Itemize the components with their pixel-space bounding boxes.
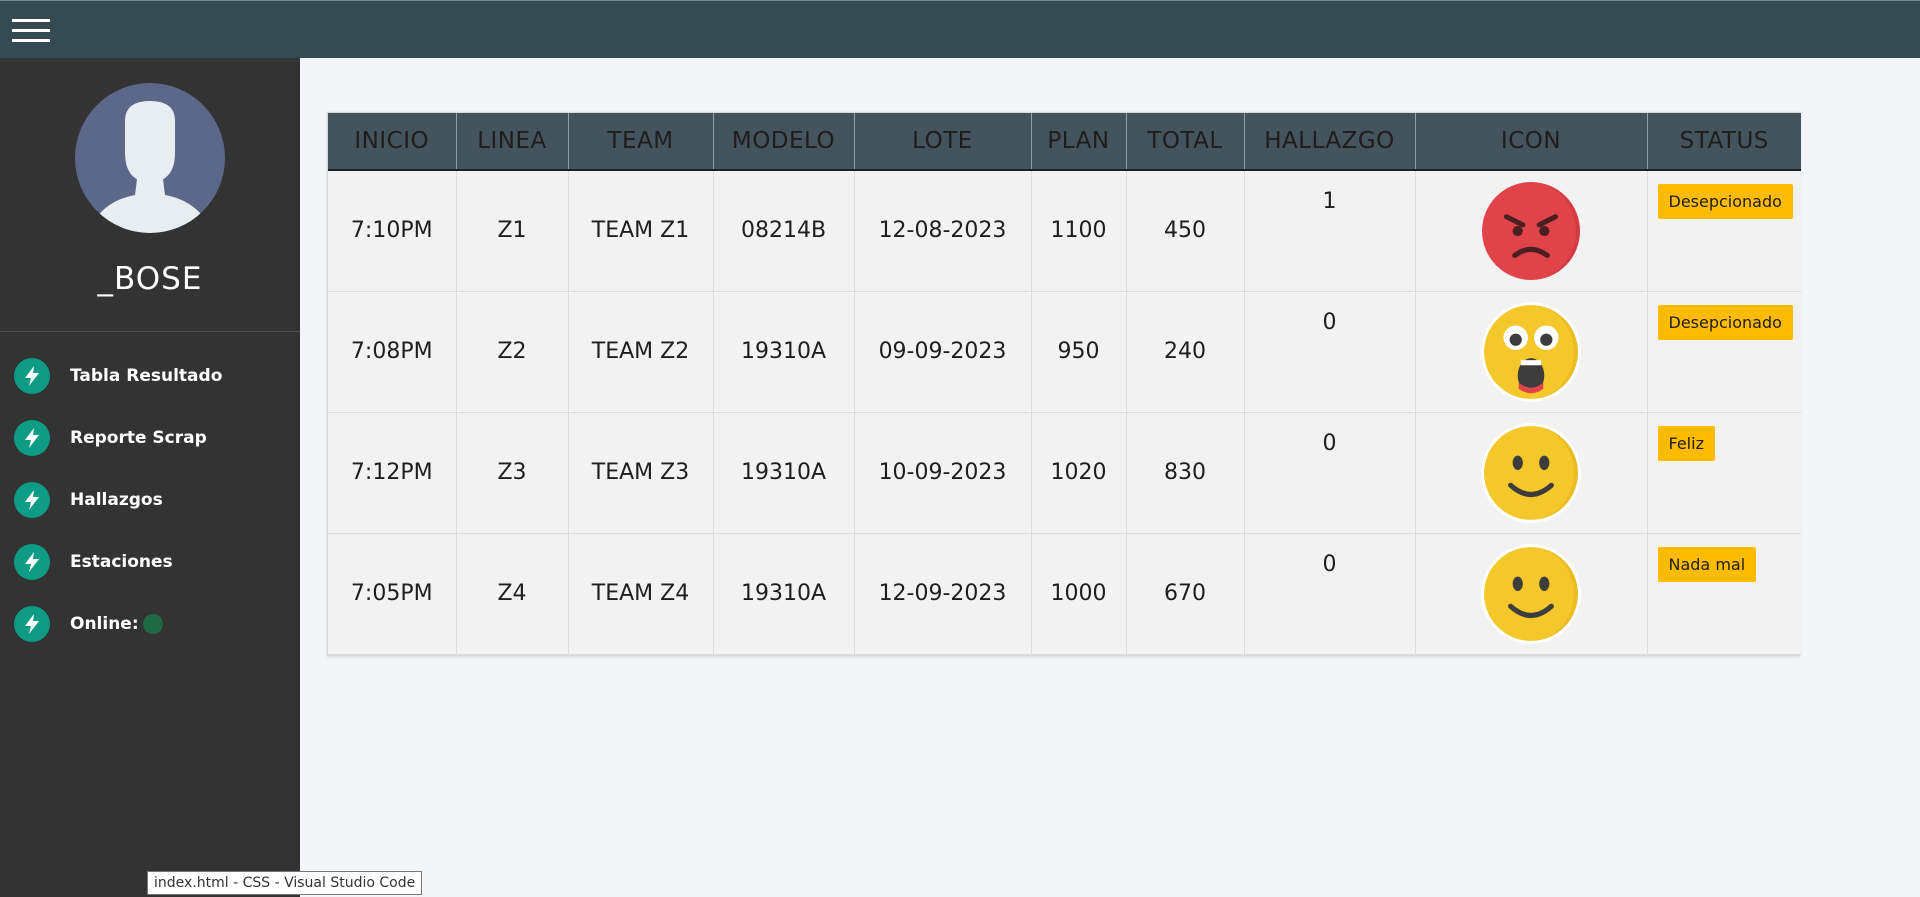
lightning-icon (14, 358, 50, 394)
angry-face-icon (1482, 181, 1580, 280)
lightning-icon (14, 606, 50, 642)
column-header-inicio: INICIO (328, 113, 457, 171)
sidebar-item-label: Tabla Resultado (70, 366, 223, 386)
table-row: 7:08PM Z2 TEAM Z2 19310A 09-09-2023 950 … (328, 291, 1801, 413)
cell-modelo: 19310A (713, 291, 855, 413)
cell-modelo: 08214B (713, 170, 855, 292)
results-table: INICIO LINEA TEAM MODELO LOTE PLAN TOTAL… (327, 112, 1801, 656)
user-silhouette-icon (87, 101, 213, 233)
lightning-icon (14, 482, 50, 518)
cell-inicio: 7:08PM (328, 291, 457, 413)
column-header-team: TEAM (568, 113, 714, 171)
status-badge: Desepcionado (1657, 184, 1793, 219)
cell-lote: 10-09-2023 (854, 412, 1032, 534)
column-header-icon: ICON (1415, 113, 1648, 171)
cell-plan: 1100 (1031, 170, 1127, 292)
cell-linea: Z3 (456, 412, 569, 534)
column-header-status: STATUS (1647, 113, 1801, 171)
sidebar-item-label: Hallazgos (70, 490, 163, 510)
cell-plan: 950 (1031, 291, 1127, 413)
cell-inicio: 7:10PM (328, 170, 457, 292)
cell-hallazgo: 1 (1244, 170, 1416, 292)
sidebar-item-hallazgos[interactable]: Hallazgos (0, 469, 300, 531)
column-header-total: TOTAL (1126, 113, 1245, 171)
table-row: 7:10PM Z1 TEAM Z1 08214B 12-08-2023 1100… (328, 170, 1801, 292)
cell-icon (1415, 170, 1648, 292)
cell-team: TEAM Z3 (568, 412, 714, 534)
cell-inicio: 7:12PM (328, 412, 457, 534)
sidebar-item-label: Estaciones (70, 552, 173, 572)
cell-total: 450 (1126, 170, 1245, 292)
menu-icon[interactable] (12, 19, 50, 43)
top-bar (0, 0, 1920, 58)
cell-icon (1415, 291, 1648, 413)
cell-hallazgo: 0 (1244, 291, 1416, 413)
cell-linea: Z2 (456, 291, 569, 413)
cell-lote: 12-08-2023 (854, 170, 1032, 292)
cell-status: Desepcionado (1647, 291, 1801, 413)
cell-icon (1415, 533, 1648, 655)
cell-team: TEAM Z1 (568, 170, 714, 292)
window-tooltip: index.html - CSS - Visual Studio Code (147, 871, 423, 895)
status-badge: Desepcionado (1657, 304, 1793, 340)
cell-hallazgo: 0 (1244, 412, 1416, 534)
sidebar-item-online[interactable]: Online: (0, 593, 300, 655)
shocked-face-icon (1481, 301, 1581, 402)
online-status-dot (142, 614, 163, 634)
sidebar-nav: Tabla Resultado Reporte Scrap Hallazgos … (0, 345, 300, 655)
sidebar-item-label: Reporte Scrap (70, 428, 207, 448)
table-row: 7:12PM Z3 TEAM Z3 19310A 10-09-2023 1020… (328, 412, 1801, 534)
table-header-row: INICIO LINEA TEAM MODELO LOTE PLAN TOTAL… (328, 113, 1801, 171)
cell-total: 830 (1126, 412, 1245, 534)
cell-status: Nada mal (1647, 533, 1801, 655)
sidebar-item-tabla-resultado[interactable]: Tabla Resultado (0, 345, 300, 407)
column-header-linea: LINEA (456, 113, 569, 171)
cell-plan: 1000 (1031, 533, 1127, 655)
status-badge: Feliz (1657, 425, 1715, 461)
avatar (75, 83, 225, 233)
sidebar: _BOSE Tabla Resultado Reporte Scrap Hall… (0, 58, 300, 897)
cell-lote: 12-09-2023 (854, 533, 1032, 655)
cell-hallazgo: 0 (1244, 533, 1416, 655)
cell-linea: Z4 (456, 533, 569, 655)
cell-linea: Z1 (456, 170, 569, 292)
column-header-plan: PLAN (1031, 113, 1127, 171)
cell-team: TEAM Z2 (568, 291, 714, 413)
cell-icon (1415, 412, 1648, 534)
column-header-hallazgo: HALLAZGO (1244, 113, 1416, 171)
column-header-modelo: MODELO (713, 113, 855, 171)
cell-lote: 09-09-2023 (854, 291, 1032, 413)
cell-status: Feliz (1647, 412, 1801, 534)
cell-modelo: 19310A (713, 533, 855, 655)
table-row: 7:05PM Z4 TEAM Z4 19310A 12-09-2023 1000… (328, 533, 1801, 655)
smiling-face-icon (1481, 422, 1581, 523)
cell-inicio: 7:05PM (328, 533, 457, 655)
username: _BOSE (97, 261, 203, 297)
status-badge: Nada mal (1657, 546, 1757, 582)
cell-modelo: 19310A (713, 412, 855, 534)
lightning-icon (14, 420, 50, 456)
column-header-lote: LOTE (854, 113, 1032, 171)
sidebar-item-estaciones[interactable]: Estaciones (0, 531, 300, 593)
sidebar-item-reporte-scrap[interactable]: Reporte Scrap (0, 407, 300, 469)
cell-plan: 1020 (1031, 412, 1127, 534)
cell-team: TEAM Z4 (568, 533, 714, 655)
smiling-face-icon (1481, 543, 1581, 644)
sidebar-item-label: Online: (70, 614, 139, 634)
cell-status: Desepcionado (1647, 170, 1801, 292)
cell-total: 670 (1126, 533, 1245, 655)
cell-total: 240 (1126, 291, 1245, 413)
sidebar-divider (0, 331, 300, 332)
lightning-icon (14, 544, 50, 580)
